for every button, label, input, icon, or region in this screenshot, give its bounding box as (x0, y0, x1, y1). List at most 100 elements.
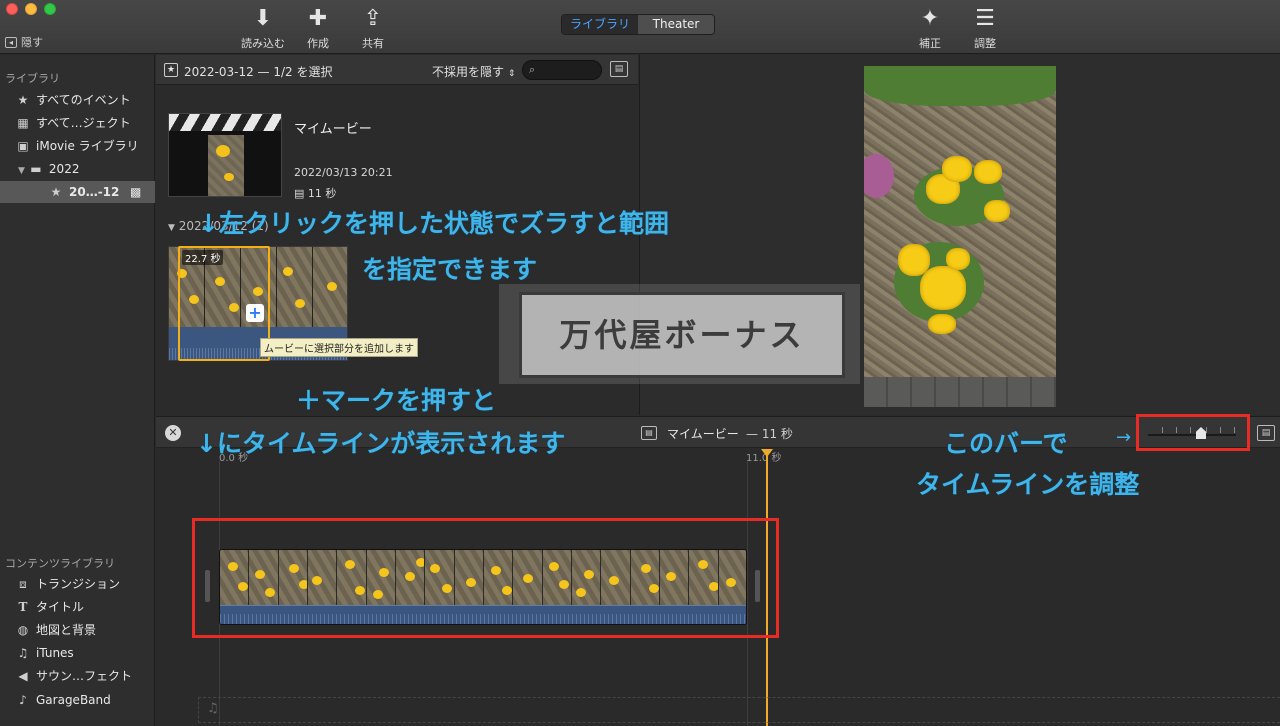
import-button[interactable]: ⬇ 読み込む (233, 6, 293, 51)
sidebar-item-titles[interactable]: T タイトル (0, 596, 155, 618)
background-music-well[interactable]: ♫ (198, 697, 1280, 723)
sidebar-item-label: トランジション (36, 577, 121, 591)
speaker-icon: ◀ (18, 669, 28, 683)
add-selection-tooltip: ムービーに選択部分を追加します (260, 338, 418, 357)
sidebar-item-sound-effects[interactable]: ◀ サウン…フェクト (0, 665, 155, 687)
sidebar-item-garageband[interactable]: ♪ GarageBand (0, 689, 155, 711)
sidebar-item-event-2022-03-12[interactable]: ★ 20…-12 ▩ (0, 181, 155, 203)
sliders-icon: ☰ (975, 6, 995, 31)
folder-icon: ▬ (30, 162, 42, 176)
film-icon: ▦ (17, 116, 29, 130)
updown-chevron-icon: ⇕ (507, 69, 516, 79)
minimize-window-button[interactable] (25, 3, 37, 15)
sidebar-item-label: 地図と背景 (36, 623, 97, 637)
star-icon: ★ (17, 93, 29, 107)
movie-title[interactable]: マイムービー (294, 118, 372, 137)
download-arrow-icon: ⬇ (253, 6, 273, 31)
share-button[interactable]: ⇪ 共有 (343, 6, 403, 51)
clip-duration-badge: 22.7 秒 (182, 250, 224, 265)
library-header: ライブラリ (5, 72, 60, 85)
browser-title: 2022-03-12 — 1/2 を選択 (184, 65, 333, 79)
enhance-button[interactable]: ✦ 補正 (900, 6, 960, 51)
watermark: 万代屋ボーナス (499, 284, 860, 384)
content-library-header: コンテンツライブラリ (5, 557, 115, 570)
annotation-bar-line2: タイムラインを調整 (916, 470, 1140, 499)
title-icon: T (18, 600, 28, 614)
sidebar-item-imovie-library[interactable]: ▣ iMovie ライブラリ (0, 135, 155, 157)
annotation-drag-line2: を指定できます (362, 255, 538, 284)
sidebar-item-2022[interactable]: ▼ ▬ 2022 (0, 158, 155, 180)
enhance-label: 補正 (919, 37, 941, 50)
timeline-highlight-box (192, 518, 779, 638)
sidebar-item-label: iTunes (36, 646, 74, 660)
sidebar-item-all-projects[interactable]: ▦ すべて…ジェクト (0, 112, 155, 134)
grid-icon: ▣ (17, 139, 29, 153)
globe-icon: ◍ (17, 623, 29, 637)
stone-path (864, 377, 1056, 407)
disclosure-triangle-icon[interactable]: ▼ (18, 166, 25, 176)
add-to-movie-button[interactable]: + (246, 304, 264, 322)
sidebar-item-label: タイトル (36, 600, 85, 614)
guitar-icon: ♪ (19, 693, 27, 707)
hide-sidebar-button[interactable]: ◂ 隠す (5, 34, 43, 50)
sidebar-item-label: 2022 (48, 162, 80, 176)
sidebar-item-all-events[interactable]: ★ すべてのイベント (0, 89, 155, 111)
movie-duration: ▤ 11 秒 (294, 185, 336, 201)
browser-header: ★ 2022-03-12 — 1/2 を選択 不採用を隠す ⇕ ⌕ ▤ (156, 55, 638, 85)
transition-icon: ⧈ (19, 577, 27, 591)
sidebar-item-maps-backgrounds[interactable]: ◍ 地図と背景 (0, 619, 155, 641)
movie-preview-image (208, 135, 244, 196)
zoom-window-button[interactable] (44, 3, 56, 15)
film-strip-icon: ▤ (294, 187, 305, 200)
clapper-icon: ▩ (130, 185, 142, 199)
view-segmented-control: ライブラリ Theater (561, 14, 716, 35)
disclosure-triangle-icon[interactable]: ▼ (168, 223, 175, 233)
film-icon: ▤ (641, 426, 657, 440)
toolbar: ◂ 隠す ⬇ 読み込む ✚ 作成 ⇪ 共有 ライブラリ Theater ✦ 補正… (0, 0, 1280, 54)
annotation-plus-line1: ＋マークを押すと (296, 386, 497, 415)
filter-label: 不採用を隠す (432, 65, 505, 79)
sidebar-item-label: すべて…ジェクト (36, 116, 131, 130)
timeline-settings-button[interactable]: ▤ (1257, 425, 1275, 441)
annotation-drag-line1: ↓左クリックを押した状態でズラすと範囲 (198, 209, 669, 238)
zoom-slider-highlight-box (1136, 414, 1250, 451)
create-label: 作成 (307, 37, 329, 50)
imovie-window: ◂ 隠す ⬇ 読み込む ✚ 作成 ⇪ 共有 ライブラリ Theater ✦ 補正… (0, 0, 1280, 726)
star-icon: ★ (50, 185, 62, 199)
film-icon: ▤ (614, 64, 624, 74)
sidebar-item-label: 20…-12 (69, 185, 120, 199)
annotation-bar-line1: このバーで (944, 429, 1068, 458)
playhead-marker[interactable] (761, 449, 773, 457)
hide-label: 隠す (21, 36, 43, 49)
tab-theater[interactable]: Theater (638, 15, 715, 34)
search-icon: ⌕ (529, 63, 536, 76)
sidebar-item-transitions[interactable]: ⧈ トランジション (0, 573, 155, 595)
sidebar-item-label: サウン…フェクト (36, 669, 133, 683)
movie-project-thumbnail[interactable] (168, 113, 282, 197)
close-window-button[interactable] (6, 3, 18, 15)
annotation-arrow: → (1116, 427, 1132, 448)
music-note-icon: ♫ (207, 701, 219, 716)
share-icon: ⇪ (363, 6, 383, 31)
search-input[interactable]: ⌕ (522, 60, 602, 80)
sidebar-item-label: すべてのイベント (36, 93, 131, 107)
film-icon: ▤ (1261, 428, 1271, 438)
clapperboard-icon (169, 114, 281, 131)
tab-library[interactable]: ライブラリ (562, 15, 639, 34)
create-button[interactable]: ✚ 作成 (288, 6, 348, 51)
magic-wand-icon: ✦ (920, 6, 940, 31)
clip-appearance-button[interactable]: ▤ (610, 61, 628, 77)
adjust-button[interactable]: ☰ 調整 (955, 6, 1015, 51)
movie-duration-text: 11 秒 (307, 187, 337, 200)
sidebar-item-itunes[interactable]: ♫ iTunes (0, 642, 155, 664)
watermark-box: 万代屋ボーナス (519, 292, 845, 378)
sidebar-toggle-icon: ◂ (5, 36, 17, 48)
hide-rejected-dropdown[interactable]: 不採用を隠す ⇕ (432, 63, 515, 80)
music-note-icon: ♫ (17, 646, 29, 660)
plus-icon: ✚ (308, 6, 328, 31)
preview-frame (864, 66, 1056, 407)
plus-icon: + (248, 303, 262, 322)
close-project-button[interactable]: ✕ (165, 425, 181, 441)
sidebar: ライブラリ ★ すべてのイベント ▦ すべて…ジェクト ▣ iMovie ライブラリ … (0, 55, 155, 726)
adjust-label: 調整 (974, 37, 996, 50)
